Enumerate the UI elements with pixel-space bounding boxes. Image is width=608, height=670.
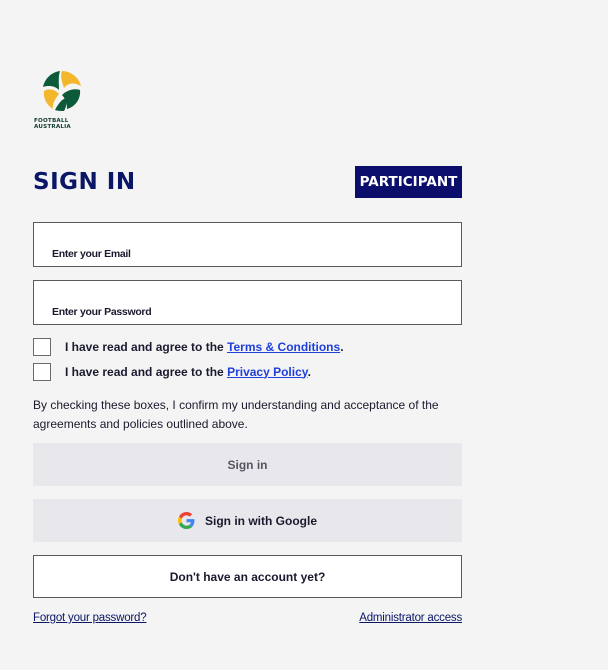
football-australia-logo: FOOTBALL AUSTRALIA xyxy=(34,68,94,134)
privacy-link[interactable]: Privacy Policy xyxy=(227,365,308,379)
participant-badge: PARTICIPANT xyxy=(355,166,462,198)
terms-suffix: . xyxy=(340,339,344,354)
email-field[interactable] xyxy=(33,222,462,267)
logo-emblem-icon xyxy=(42,70,82,111)
password-field[interactable] xyxy=(33,280,462,325)
login-card: FOOTBALL AUSTRALIA SIGN IN PARTICIPANT I… xyxy=(0,0,608,670)
page-title: SIGN IN xyxy=(33,169,136,195)
forgot-password-link[interactable]: Forgot your password? xyxy=(33,612,147,624)
email-input[interactable] xyxy=(34,223,461,266)
administrator-access-link[interactable]: Administrator access xyxy=(359,612,462,624)
privacy-checkbox[interactable] xyxy=(33,362,51,381)
create-account-label: Don't have an account yet? xyxy=(169,569,326,584)
sign-in-label: Sign in xyxy=(227,457,268,472)
sign-in-button[interactable]: Sign in xyxy=(33,443,462,486)
terms-label: I have read and agree to the Terms & Con… xyxy=(65,340,344,354)
google-sign-in-label: Sign in with Google xyxy=(205,513,317,528)
logo-line-2: AUSTRALIA xyxy=(34,124,71,131)
terms-row: I have read and agree to the Terms & Con… xyxy=(33,337,344,356)
terms-link[interactable]: Terms & Conditions xyxy=(227,340,340,354)
privacy-suffix: . xyxy=(307,364,311,379)
login-page: FOOTBALL AUSTRALIA SIGN IN PARTICIPANT I… xyxy=(0,0,608,670)
google-g-icon xyxy=(178,512,195,529)
privacy-row: I have read and agree to the Privacy Pol… xyxy=(33,362,311,381)
privacy-prefix: I have read and agree to the xyxy=(65,364,228,379)
consent-disclaimer: By checking these boxes, I confirm my un… xyxy=(33,398,439,431)
create-account-button[interactable]: Don't have an account yet? xyxy=(33,555,462,598)
privacy-label: I have read and agree to the Privacy Pol… xyxy=(65,365,311,379)
google-sign-in-button[interactable]: Sign in with Google xyxy=(33,499,462,542)
logo-wordmark: FOOTBALL AUSTRALIA xyxy=(34,118,94,131)
password-input[interactable] xyxy=(34,281,461,324)
terms-checkbox[interactable] xyxy=(33,337,51,356)
terms-prefix: I have read and agree to the xyxy=(65,339,228,354)
